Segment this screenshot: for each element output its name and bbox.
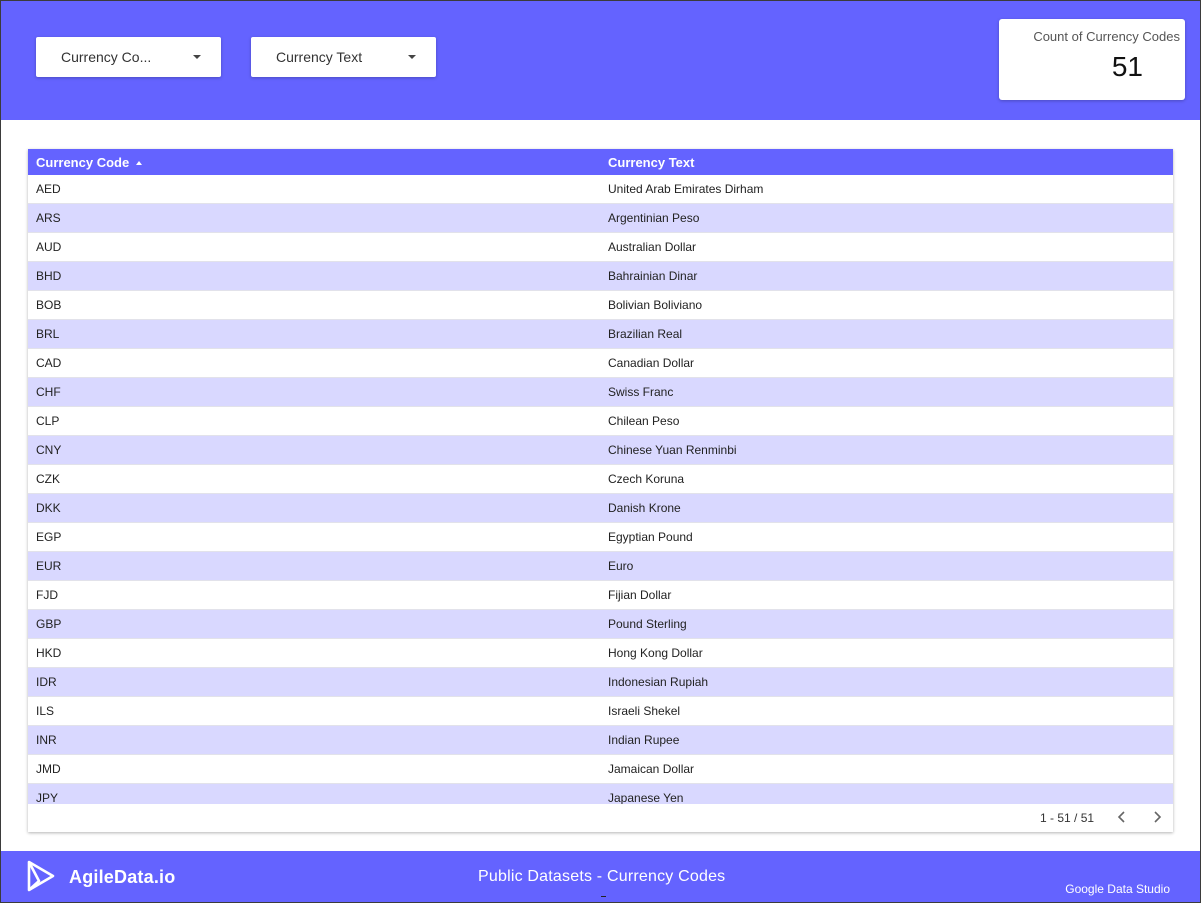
column-header-label: Currency Text — [608, 155, 695, 170]
table-row[interactable]: ARS Argentinian Peso — [28, 204, 1173, 233]
header-band: Currency Co... Currency Text Count of Cu… — [1, 1, 1200, 120]
divider — [601, 896, 606, 897]
scorecard-value: 51 — [1111, 51, 1143, 82]
scorecard-label: Count of Currency Codes — [1033, 29, 1180, 44]
currency-code-filter-dropdown[interactable]: Currency Co... — [36, 37, 221, 77]
filter-label: Currency Text — [276, 49, 363, 65]
cell-currency-code: CLP — [36, 414, 60, 428]
chevron-left-icon[interactable] — [1115, 810, 1129, 824]
cell-currency-code: HKD — [36, 646, 62, 660]
cell-currency-text: Indian Rupee — [608, 733, 680, 747]
table-row[interactable]: DKK Danish Krone — [28, 494, 1173, 523]
table-row[interactable]: EUR Euro — [28, 552, 1173, 581]
chevron-right-icon[interactable] — [1150, 810, 1164, 824]
cell-currency-text: Bahrainian Dinar — [608, 269, 698, 283]
cell-currency-text: Brazilian Real — [608, 327, 683, 341]
cell-currency-text: Israeli Shekel — [608, 704, 681, 718]
cell-currency-text: Czech Koruna — [608, 472, 685, 486]
currency-text-filter-dropdown[interactable]: Currency Text — [251, 37, 436, 77]
cell-currency-text: Canadian Dollar — [608, 356, 695, 370]
cell-currency-text: Swiss Franc — [608, 385, 674, 399]
dropdown-caret-icon — [193, 55, 201, 59]
google-data-studio-credit: Google Data Studio — [1065, 882, 1170, 896]
column-header-label: Currency Code — [36, 155, 130, 170]
count-scorecard: Count of Currency Codes 51 — [999, 19, 1185, 100]
report-canvas: Currency Co... Currency Text Count of Cu… — [0, 0, 1201, 903]
table-body[interactable]: AED United Arab Emirates Dirham ARS Argenti… — [28, 175, 1173, 804]
table-row[interactable]: IDR Indonesian Rupiah — [28, 668, 1173, 697]
table-row[interactable]: JPY Japanese Yen — [28, 784, 1173, 804]
column-header-currency-text[interactable]: Currency Text — [608, 155, 694, 170]
cell-currency-code: CHF — [36, 385, 61, 399]
cell-currency-code: JPY — [36, 791, 59, 804]
cell-currency-code: JMD — [36, 762, 61, 776]
cell-currency-text: Chinese Yuan Renminbi — [608, 443, 737, 457]
table-row[interactable]: CNY Chinese Yuan Renminbi — [28, 436, 1173, 465]
cell-currency-text: Fijian Dollar — [608, 588, 672, 602]
table-pagination: 1 - 51 / 51 — [28, 804, 1173, 832]
cell-currency-text: Indonesian Rupiah — [608, 675, 709, 689]
cell-currency-code: AED — [36, 182, 61, 196]
cell-currency-code: AUD — [36, 240, 62, 254]
cell-currency-code: ARS — [36, 211, 61, 225]
cell-currency-text: Australian Dollar — [608, 240, 697, 254]
table-row[interactable]: EGP Egyptian Pound — [28, 523, 1173, 552]
table-row[interactable]: BHD Bahrainian Dinar — [28, 262, 1173, 291]
cell-currency-text: Egyptian Pound — [608, 530, 693, 544]
cell-currency-code: EUR — [36, 559, 62, 573]
table-header: Currency Code Currency Text — [28, 149, 1173, 175]
sort-ascending-icon — [136, 161, 143, 165]
table-row[interactable]: CLP Chilean Peso — [28, 407, 1173, 436]
dropdown-caret-icon — [408, 55, 416, 59]
table-row[interactable]: BOB Bolivian Boliviano — [28, 291, 1173, 320]
agiledata-logo-icon — [26, 859, 58, 893]
cell-currency-code: BRL — [36, 327, 60, 341]
cell-currency-code: BHD — [36, 269, 62, 283]
table-row[interactable]: HKD Hong Kong Dollar — [28, 639, 1173, 668]
brand-name: AgileData.io — [69, 867, 176, 887]
cell-currency-code: GBP — [36, 617, 62, 631]
currency-table: Currency Code Currency Text AED United Ar… — [28, 149, 1173, 832]
table-row[interactable]: CHF Swiss Franc — [28, 378, 1173, 407]
cell-currency-text: Bolivian Boliviano — [608, 298, 703, 312]
cell-currency-text: Chilean Peso — [608, 414, 680, 428]
cell-currency-code: EGP — [36, 530, 62, 544]
cell-currency-text: Euro — [608, 559, 634, 573]
table-row[interactable]: FJD Fijian Dollar — [28, 581, 1173, 610]
cell-currency-text: Japanese Yen — [608, 791, 684, 804]
table-row[interactable]: INR Indian Rupee — [28, 726, 1173, 755]
cell-currency-code: CAD — [36, 356, 62, 370]
column-header-currency-code[interactable]: Currency Code — [36, 155, 143, 170]
cell-currency-code: BOB — [36, 298, 62, 312]
table-row[interactable]: AUD Australian Dollar — [28, 233, 1173, 262]
table-row[interactable]: JMD Jamaican Dollar — [28, 755, 1173, 784]
cell-currency-text: Argentinian Peso — [608, 211, 700, 225]
cell-currency-code: FJD — [36, 588, 58, 602]
cell-currency-text: Danish Krone — [608, 501, 681, 515]
cell-currency-code: CNY — [36, 443, 62, 457]
cell-currency-code: IDR — [36, 675, 57, 689]
table-row[interactable]: BRL Brazilian Real — [28, 320, 1173, 349]
cell-currency-text: Pound Sterling — [608, 617, 687, 631]
cell-currency-code: DKK — [36, 501, 61, 515]
cell-currency-code: INR — [36, 733, 57, 747]
footer-band: AgileData.io Public Datasets - Currency … — [1, 851, 1200, 902]
table-row[interactable]: AED United Arab Emirates Dirham — [28, 175, 1173, 204]
table-row[interactable]: ILS Israeli Shekel — [28, 697, 1173, 726]
cell-currency-code: CZK — [36, 472, 60, 486]
report-title: Public Datasets - Currency Codes — [478, 868, 726, 885]
table-row[interactable]: CZK Czech Koruna — [28, 465, 1173, 494]
cell-currency-text: Hong Kong Dollar — [608, 646, 703, 660]
cell-currency-text: United Arab Emirates Dirham — [608, 182, 764, 196]
table-row[interactable]: GBP Pound Sterling — [28, 610, 1173, 639]
pagination-range: 1 - 51 / 51 — [1040, 811, 1095, 825]
cell-currency-code: ILS — [36, 704, 55, 718]
cell-currency-text: Jamaican Dollar — [608, 762, 695, 776]
table-row[interactable]: CAD Canadian Dollar — [28, 349, 1173, 378]
filter-label: Currency Co... — [61, 49, 152, 65]
